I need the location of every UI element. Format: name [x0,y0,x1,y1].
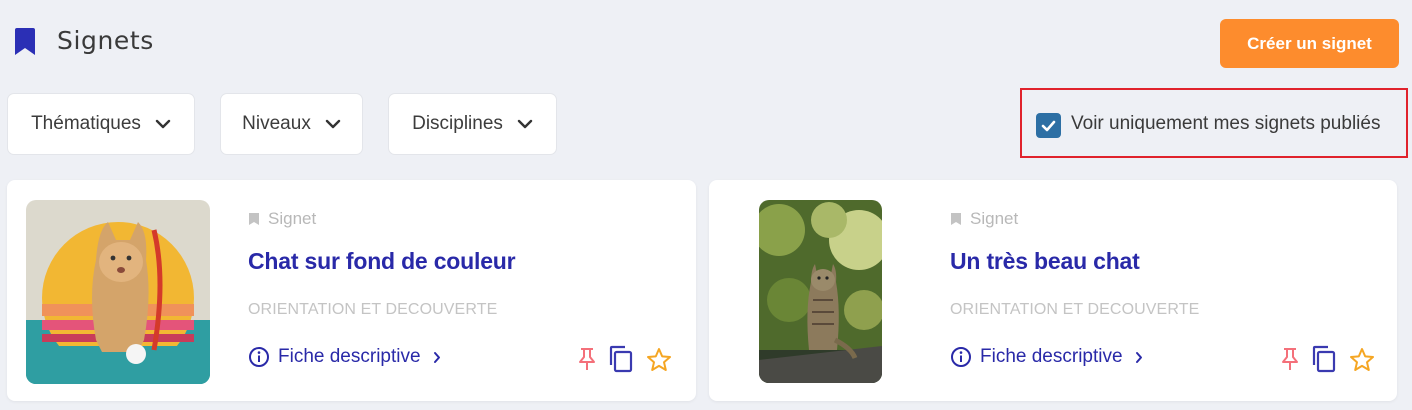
card-type-label: Signet [970,209,1019,228]
info-icon [249,347,269,367]
filter-label: Disciplines [412,113,503,134]
chevron-right-icon [1135,351,1142,363]
bookmark-icon [951,213,961,225]
filter-niveaux[interactable]: Niveaux [220,93,363,155]
check-icon [1041,120,1056,131]
bookmark-icon [249,213,259,225]
card-category: ORIENTATION ET DECOUVERTE [950,301,1200,318]
page-header: Signets Créer un signet [0,0,1412,88]
fiche-descriptive-link[interactable]: Fiche descriptive [950,346,1143,368]
filter-disciplines[interactable]: Disciplines [388,93,557,155]
bookmark-card[interactable]: Signet Un très beau chat ORIENTATION ET … [709,180,1397,401]
chevron-down-icon [155,119,171,129]
fiche-descriptive-label: Fiche descriptive [980,346,1123,367]
cat-image [759,200,882,383]
card-thumbnail[interactable] [759,200,882,383]
bookmark-card[interactable]: Signet Chat sur fond de couleur ORIENTAT… [7,180,696,401]
create-bookmark-button[interactable]: Créer un signet [1220,19,1399,68]
info-icon [951,347,971,367]
filter-thematiques[interactable]: Thématiques [7,93,195,155]
card-actions [1281,345,1375,373]
cat-image [26,200,210,384]
pin-icon[interactable] [578,347,596,371]
card-type: Signet [248,209,316,229]
card-actions [578,345,672,373]
fiche-descriptive-link[interactable]: Fiche descriptive [248,346,441,368]
card-title[interactable]: Un très beau chat [950,248,1140,275]
bookmark-icon [15,28,35,55]
card-category: ORIENTATION ET DECOUVERTE [248,301,498,318]
copy-icon[interactable] [608,345,634,373]
card-type: Signet [950,209,1018,229]
published-only-checkbox[interactable] [1036,113,1061,138]
page-title: Signets [57,26,154,55]
star-icon[interactable] [646,347,672,372]
copy-icon[interactable] [1311,345,1337,373]
card-title[interactable]: Chat sur fond de couleur [248,248,516,275]
card-type-label: Signet [268,209,317,228]
chevron-down-icon [325,119,341,129]
card-thumbnail[interactable] [26,200,210,384]
chevron-down-icon [517,119,533,129]
star-icon[interactable] [1349,347,1375,372]
chevron-right-icon [433,351,440,363]
fiche-descriptive-label: Fiche descriptive [278,346,421,367]
filter-label: Niveaux [242,113,311,134]
published-only-label[interactable]: Voir uniquement mes signets publiés [1071,113,1380,135]
pin-icon[interactable] [1281,347,1299,371]
filter-label: Thématiques [31,113,141,134]
